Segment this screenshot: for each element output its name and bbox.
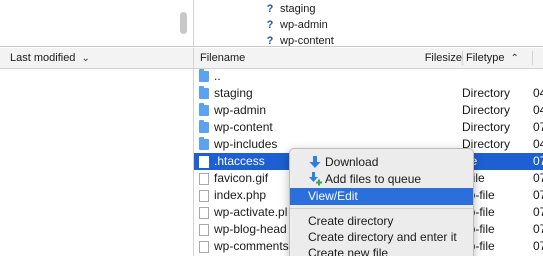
tree-item-wp-content[interactable]: ? wp-content (265, 33, 334, 47)
file-modified: 07 (533, 171, 543, 185)
file-modified: 04 (533, 137, 543, 151)
column-header-filename[interactable]: Filename (200, 48, 280, 68)
menu-item-label: Create directory and enter it (308, 230, 457, 244)
chevron-up-icon: ⌃ (510, 53, 519, 64)
local-file-list[interactable] (0, 69, 193, 256)
file-name: .. (214, 69, 221, 83)
ftp-client-window: ? staging ? wp-admin ? wp-content Last m… (0, 0, 543, 256)
file-name: wp-admin (214, 103, 267, 117)
question-icon: ? (266, 3, 274, 15)
tree-item-label: wp-content (280, 35, 334, 47)
chevron-down-icon: ⌄ (81, 53, 90, 64)
file-modified: 07 (533, 239, 543, 253)
tree-item-wp-admin[interactable]: ? wp-admin (265, 17, 328, 33)
pane-divider-horizontal[interactable] (0, 46, 543, 47)
file-modified: 07 (533, 205, 543, 219)
file-icon (199, 207, 209, 219)
column-header-filetype[interactable]: Filetype ⌃ (466, 48, 532, 68)
column-separator[interactable] (462, 51, 463, 65)
column-header-last-modified[interactable]: Last modified ⌄ (10, 48, 185, 68)
file-icon (199, 173, 209, 185)
tree-item-label: staging (280, 3, 316, 15)
menu-item-create-directory-and-enter[interactable]: Create directory and enter it (290, 229, 473, 246)
menu-item-create-new-file[interactable]: Create new file (290, 245, 473, 256)
column-header-label: Filesize (424, 52, 462, 64)
pane-divider[interactable] (193, 0, 194, 47)
menu-item-label: View/Edit (308, 189, 358, 203)
file-name: staging (214, 86, 253, 100)
file-icon (199, 224, 209, 236)
file-type: Directory (462, 103, 511, 117)
folder-icon (199, 69, 209, 82)
menu-item-label: Create new file (308, 246, 389, 256)
column-header-label: Filename (200, 52, 246, 64)
tree-item-label: wp-admin (280, 19, 328, 31)
file-modified: 04 (533, 86, 543, 100)
file-row[interactable]: .. (194, 68, 543, 85)
file-row[interactable]: wp-content Directory 07 (194, 119, 543, 136)
file-icon (199, 241, 209, 253)
folder-icon (199, 137, 209, 150)
file-modified: 07 (533, 154, 543, 168)
column-header-label: Last modified (10, 52, 76, 64)
local-tree-pane (0, 0, 190, 47)
folder-icon (199, 86, 209, 99)
file-icon (199, 156, 209, 168)
column-header-label: Filetype (466, 52, 505, 64)
file-name: wp-content (214, 120, 273, 134)
download-arrow-icon (309, 156, 321, 168)
context-menu: Download Add files to queue View/Edit Cr… (289, 148, 474, 256)
column-header-filesize[interactable]: Filesize (422, 48, 462, 68)
tree-item-staging[interactable]: ? staging (265, 1, 316, 17)
menu-item-view-edit[interactable]: View/Edit (290, 188, 473, 205)
menu-item-label: Create directory (308, 214, 394, 228)
menu-item-create-directory[interactable]: Create directory (290, 213, 473, 230)
menu-item-add-to-queue[interactable]: Add files to queue (290, 171, 473, 188)
folder-icon (199, 103, 209, 116)
question-icon: ? (266, 19, 274, 31)
file-modified: 07 (533, 120, 543, 134)
file-modified: 07 (533, 222, 543, 236)
file-row[interactable]: staging Directory 04 (194, 85, 543, 102)
add-to-queue-icon (309, 172, 322, 186)
file-type: Directory (462, 86, 511, 100)
remote-directory-tree: ? staging ? wp-admin ? wp-content (0, 0, 543, 47)
column-header-row: Last modified ⌄ Filename Filesize Filetyp… (0, 48, 543, 69)
file-modified: 07 (533, 188, 543, 202)
file-icon (199, 190, 209, 202)
folder-icon (199, 120, 209, 133)
menu-item-label: Download (325, 155, 379, 169)
menu-item-label: Add files to queue (325, 172, 422, 186)
column-separator[interactable] (532, 51, 533, 65)
scrollbar-thumb[interactable] (180, 12, 187, 34)
file-type: Directory (462, 120, 511, 134)
menu-item-download[interactable]: Download (290, 154, 473, 171)
file-row[interactable]: wp-admin Directory 04 (194, 102, 543, 119)
file-modified: 04 (533, 103, 543, 117)
menu-separator (290, 208, 473, 209)
